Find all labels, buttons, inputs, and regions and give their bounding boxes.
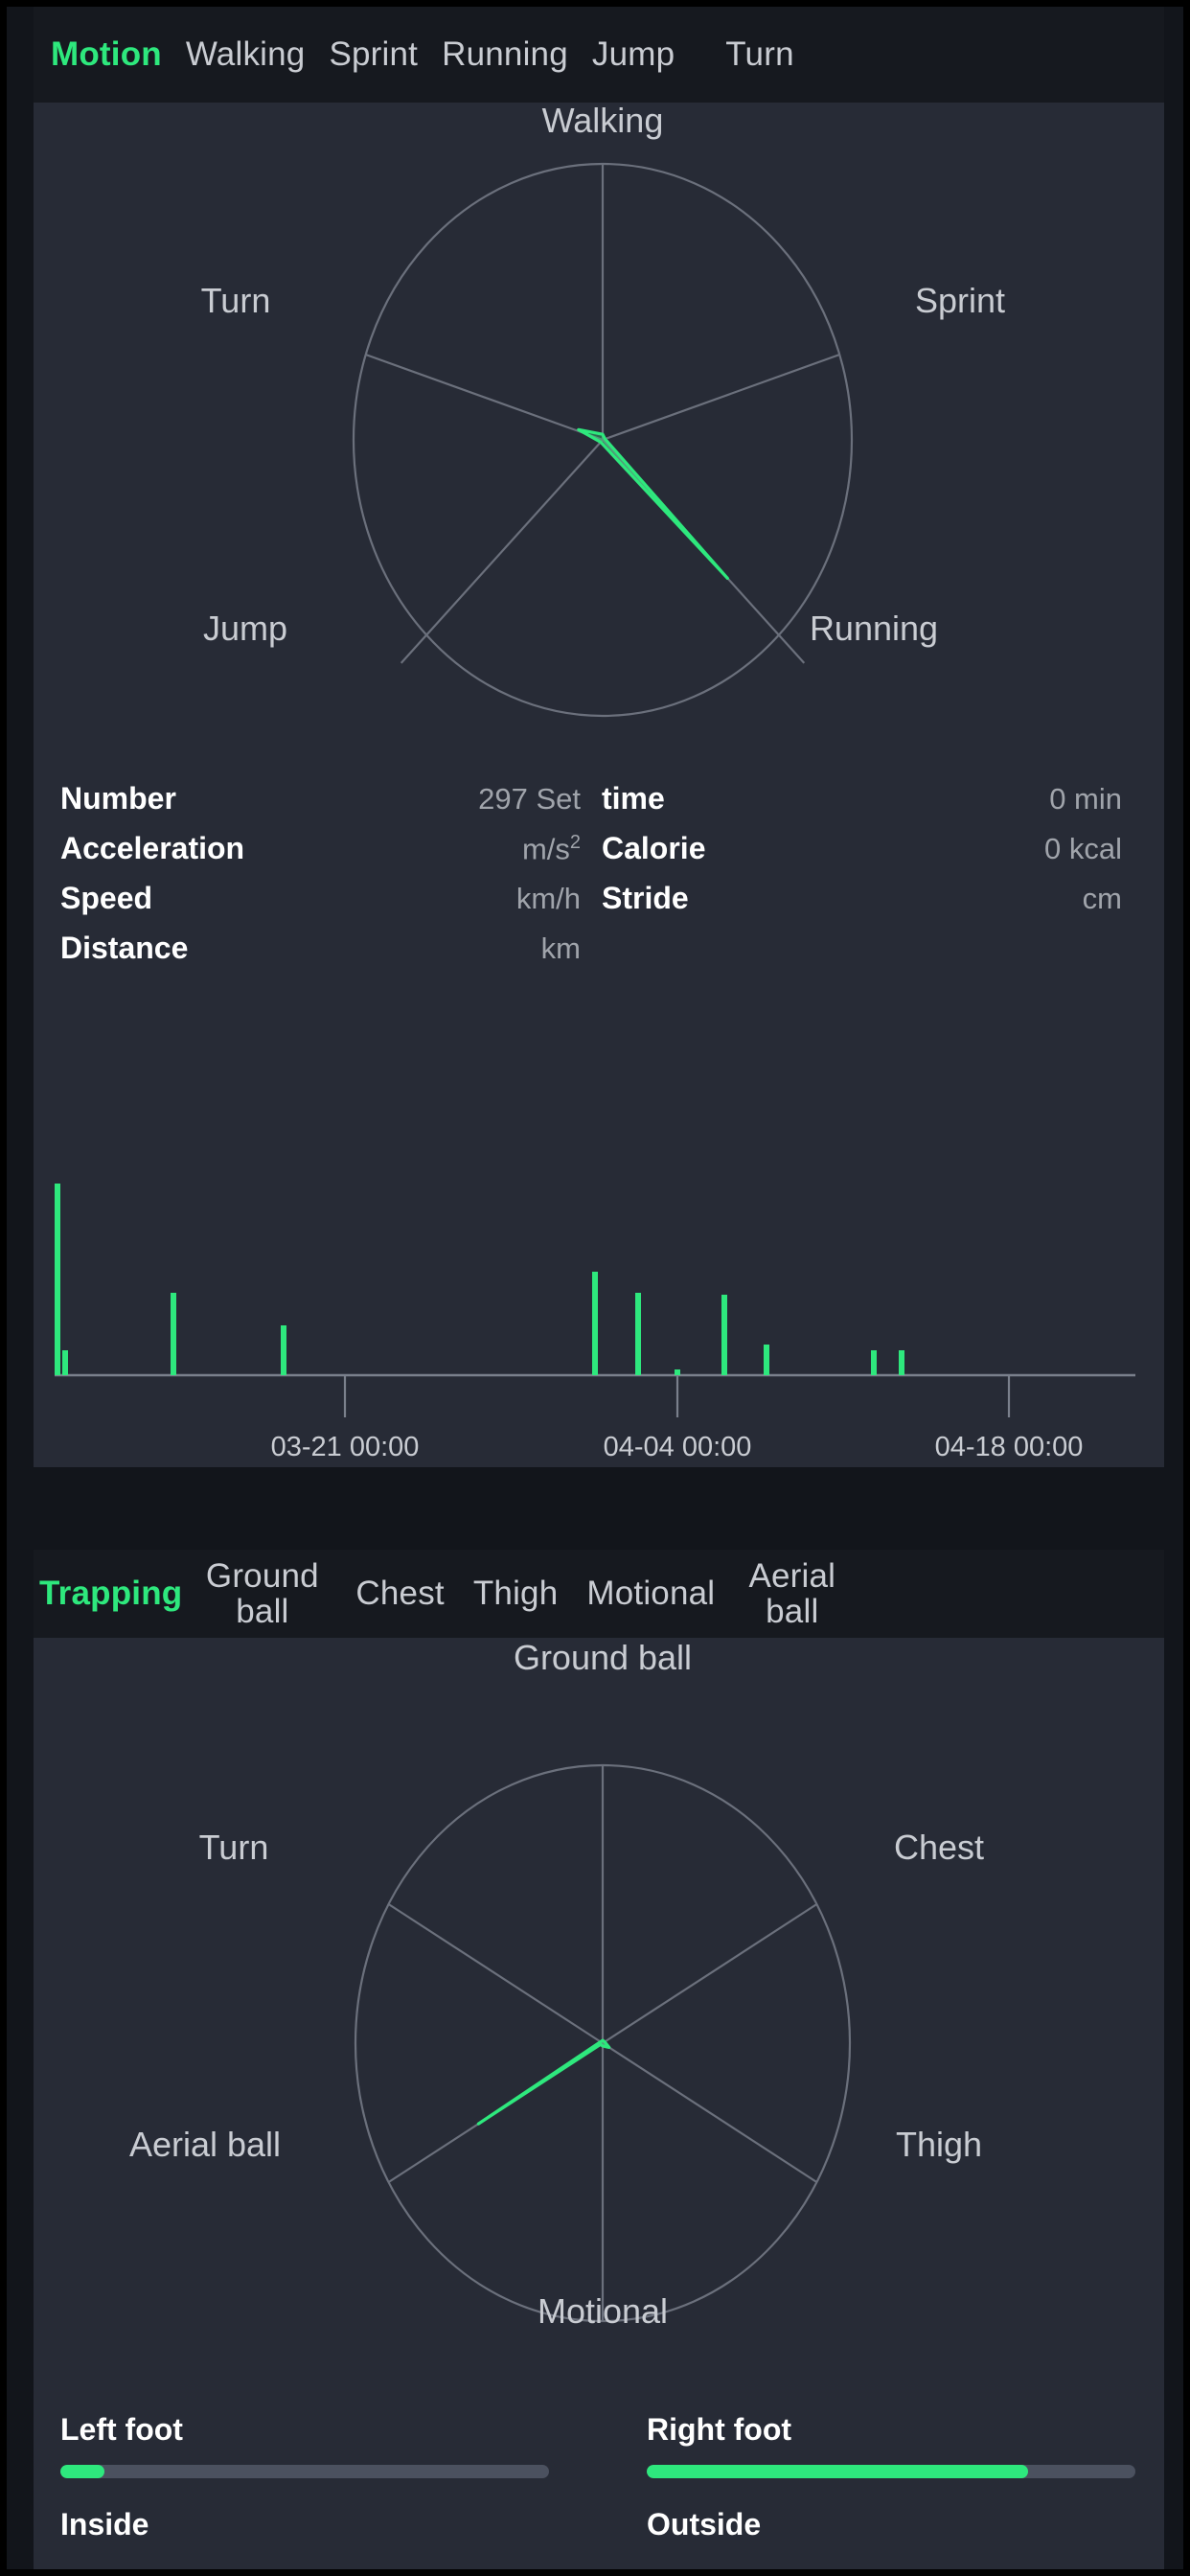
stat-value: 297 Set: [478, 782, 581, 816]
radar-data-polygon: [476, 2038, 611, 2126]
stat-value: km: [540, 932, 581, 965]
left-foot-progress-fill: [60, 2465, 104, 2478]
tab-trapping[interactable]: Trapping: [39, 1576, 182, 1611]
stat-label: Acceleration: [60, 831, 245, 865]
stat-calorie: Calorie 0 kcal: [602, 831, 1143, 881]
trapping-card: Trapping Ground ball Chest Thigh Motiona…: [34, 1550, 1164, 2569]
motion-bar-chart: 03-21 00:00 04-04 00:00 04-18 00:00: [34, 1157, 1164, 1467]
radar-data-polygon: [577, 427, 729, 580]
tab-chest[interactable]: Chest: [355, 1576, 444, 1611]
radar-label-motional: Motional: [537, 2291, 669, 2331]
radar-label-walking: Walking: [541, 101, 664, 140]
left-foot-sublabel: Inside: [60, 2507, 149, 2542]
bar-xtick-1: 04-04 00:00: [604, 1432, 752, 1462]
tab-ground-ball[interactable]: Ground ball: [197, 1558, 327, 1629]
stat-value: km/h: [515, 882, 581, 915]
radar-label-sprint: Sprint: [914, 281, 1006, 320]
radar-label-jump: Jump: [202, 609, 288, 648]
motion-bar-chart-svg: 03-21 00:00 04-04 00:00 04-18 00:00: [55, 1184, 1135, 1462]
bar-xtick-0: 03-21 00:00: [271, 1432, 420, 1462]
stat-label: time: [602, 781, 665, 816]
stat-value: cm: [1082, 882, 1122, 915]
motion-stats-grid: Number 297 Set time 0 min Acceleration m…: [60, 781, 1143, 980]
stat-number: Number 297 Set: [60, 781, 602, 831]
stat-label: Calorie: [602, 831, 706, 865]
right-foot-progress-bar[interactable]: [647, 2465, 1135, 2478]
tab-sprint[interactable]: Sprint: [329, 36, 418, 72]
app-screen: Motion Walking Sprint Running Jump Turn: [0, 0, 1190, 2576]
stat-acceleration: Acceleration m/s2: [60, 831, 602, 881]
stat-distance: Distance km: [60, 931, 602, 980]
stat-time: time 0 min: [602, 781, 1143, 831]
tab-walking[interactable]: Walking: [186, 36, 306, 72]
right-foot-title: Right foot: [647, 2412, 792, 2447]
tab-thigh[interactable]: Thigh: [473, 1576, 559, 1611]
radar-label-turn: Turn: [198, 1828, 269, 1867]
stat-value-text: m/s: [521, 832, 570, 865]
tab-jump[interactable]: Jump: [592, 36, 675, 72]
radar-label-chest: Chest: [893, 1828, 985, 1867]
radar-label-aerial-ball: Aerial ball: [128, 2125, 282, 2164]
stat-label: Distance: [60, 931, 189, 965]
radar-label-ground-ball: Ground ball: [513, 1638, 693, 1677]
stat-label: Speed: [60, 881, 153, 915]
radar-label-running: Running: [809, 609, 939, 648]
trapping-radar-chart: Ground ball Chest Thigh Motional Aerial …: [34, 1638, 1164, 2357]
bar-chart-ticks: [343, 1375, 1011, 1417]
stat-label: Number: [60, 781, 176, 816]
tab-motional[interactable]: Motional: [586, 1576, 715, 1611]
motion-radar-chart: Walking Sprint Running Jump Turn: [34, 103, 1164, 764]
trapping-radar-svg: [354, 1763, 852, 2323]
motion-radar-svg: [352, 162, 854, 718]
right-foot-sublabel: Outside: [647, 2507, 762, 2542]
right-foot-progress-fill: [647, 2465, 1028, 2478]
stat-value: 0 kcal: [1044, 832, 1122, 865]
right-foot-block: Right foot Outside: [647, 2412, 1135, 2542]
tab-motion[interactable]: Motion: [51, 36, 162, 72]
stat-value: m/s2: [522, 832, 581, 866]
radar-axes: [365, 164, 840, 664]
left-foot-progress-bar[interactable]: [60, 2465, 549, 2478]
tab-running[interactable]: Running: [442, 36, 568, 72]
radar-label-thigh: Thigh: [895, 2125, 983, 2164]
trapping-tabbar[interactable]: Trapping Ground ball Chest Thigh Motiona…: [34, 1550, 1164, 1638]
motion-tabbar[interactable]: Motion Walking Sprint Running Jump Turn: [34, 7, 1164, 103]
stat-label: Stride: [602, 881, 689, 915]
stat-stride: Stride cm: [602, 881, 1143, 931]
bar-chart-bars: [55, 1184, 904, 1375]
radar-label-turn: Turn: [200, 281, 271, 320]
left-foot-title: Left foot: [60, 2412, 183, 2447]
stat-speed: Speed km/h: [60, 881, 602, 931]
left-foot-block: Left foot Inside: [60, 2412, 549, 2542]
bar-xtick-2: 04-18 00:00: [935, 1432, 1084, 1462]
stat-value-sup: 2: [569, 831, 581, 853]
motion-card: Motion Walking Sprint Running Jump Turn: [34, 7, 1164, 1467]
tab-aerial-ball[interactable]: Aerial ball: [732, 1558, 852, 1629]
tab-turn[interactable]: Turn: [725, 36, 793, 72]
stat-value: 0 min: [1049, 782, 1122, 816]
